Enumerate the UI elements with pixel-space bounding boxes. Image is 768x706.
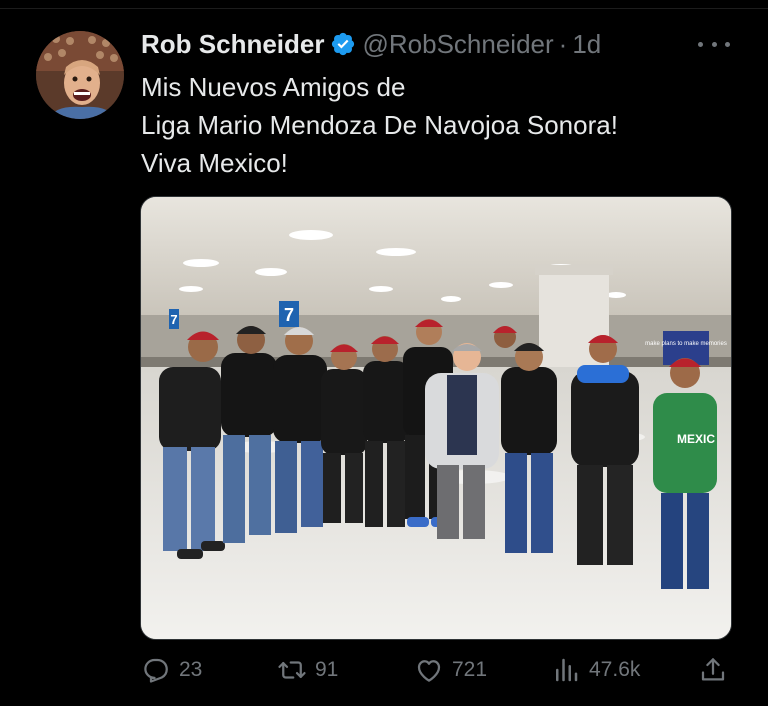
top-divider	[0, 0, 768, 9]
repost-count: 91	[315, 658, 339, 681]
repost-icon	[278, 661, 306, 679]
gate-sign-number: 7	[284, 305, 294, 325]
views-chart-icon	[556, 658, 578, 682]
verified-badge-icon	[330, 31, 356, 57]
reply-button[interactable]: 23	[141, 650, 202, 690]
tweet-text-line: Viva Mexico!	[141, 148, 288, 178]
more-dot	[698, 41, 703, 47]
heart-icon	[417, 660, 441, 682]
more-dot	[725, 41, 730, 47]
gate-sign-number-2: 7	[170, 312, 177, 327]
reply-count: 23	[179, 658, 203, 681]
tweet-text-line: Mis Nuevos Amigos de	[141, 72, 406, 102]
action-bar: 23 91 721 47.6k	[0, 650, 768, 690]
author-handle[interactable]: @RobSchneider	[362, 29, 553, 60]
avatar[interactable]	[36, 31, 124, 119]
jersey-text: MEXIC	[677, 432, 715, 446]
like-button[interactable]: 721	[414, 650, 487, 690]
tweet-text: Mis Nuevos Amigos de Liga Mario Mendoza …	[141, 68, 741, 182]
more-options-icon[interactable]	[698, 34, 730, 54]
reply-icon	[144, 658, 168, 683]
author-name[interactable]: Rob Schneider	[141, 29, 324, 60]
ad-panel-text: make plans to make memories	[645, 341, 727, 347]
share-icon	[701, 658, 725, 681]
views-count: 47.6k	[589, 658, 641, 681]
share-button[interactable]	[698, 650, 728, 690]
more-dot	[711, 41, 717, 47]
timestamp[interactable]: 1d	[572, 29, 601, 60]
tweet-photo[interactable]: 7 7 make plans to make memories MEXIC	[140, 196, 732, 640]
ceiling	[141, 197, 731, 317]
tweet-header: Rob Schneider @RobSchneider · 1d	[141, 28, 601, 60]
separator-dot: ·	[558, 28, 568, 59]
repost-button[interactable]: 91	[277, 650, 338, 690]
views-button[interactable]: 47.6k	[551, 650, 640, 690]
like-count: 721	[452, 658, 488, 681]
tweet-text-line: Liga Mario Mendoza De Navojoa Sonora!	[141, 110, 618, 140]
